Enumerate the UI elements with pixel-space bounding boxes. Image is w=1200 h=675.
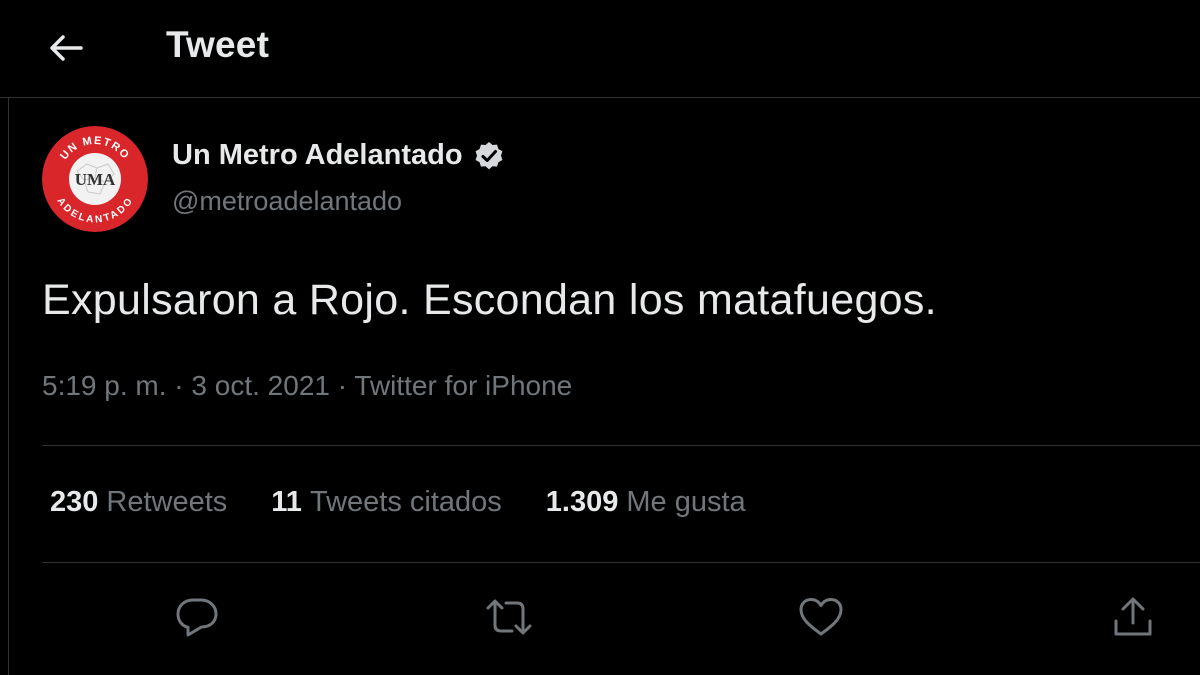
tweet-stats: 230 Retweets 11 Tweets citados 1.309 Me gus…: [50, 486, 746, 519]
retweet-icon: [486, 599, 532, 635]
author-handle[interactable]: @metroadelantado: [172, 186, 402, 217]
like-button[interactable]: [796, 592, 846, 642]
retweets-stat[interactable]: 230 Retweets: [50, 486, 227, 519]
uma-logo: UN METRO ADELANTADO UMA: [42, 126, 148, 232]
likes-count: 1.309: [545, 486, 619, 518]
avatar[interactable]: UN METRO ADELANTADO UMA: [42, 126, 148, 232]
reply-button[interactable]: [172, 592, 222, 642]
meta-separator: ·: [174, 370, 184, 401]
quotes-stat[interactable]: 11 Tweets citados: [271, 486, 502, 519]
retweet-button[interactable]: [484, 592, 534, 642]
likes-stat[interactable]: 1.309 Me gusta: [546, 486, 746, 519]
top-bar: Tweet: [0, 0, 1200, 98]
quotes-count: 11: [271, 486, 302, 518]
svg-text:UMA: UMA: [75, 170, 116, 189]
like-icon: [799, 598, 843, 636]
share-icon: [1114, 597, 1152, 636]
tweet-text: Expulsaron a Rojo. Escondan los matafueg…: [42, 276, 937, 324]
retweets-count: 230: [50, 486, 99, 518]
back-button[interactable]: [40, 22, 92, 74]
arrow-left-icon: [50, 35, 83, 61]
divider: [42, 445, 1200, 446]
tweet-time[interactable]: 5:19 p. m.: [42, 370, 167, 401]
likes-label: Me gusta: [626, 486, 746, 518]
quotes-label: Tweets citados: [309, 486, 502, 518]
tweet-date[interactable]: 3 oct. 2021: [191, 370, 330, 401]
reply-icon: [176, 598, 218, 637]
divider: [42, 562, 1200, 563]
share-button[interactable]: [1108, 592, 1158, 642]
verified-badge-icon: [475, 141, 502, 169]
author-name-text: Un Metro Adelantado: [172, 139, 463, 171]
tweet-meta: 5:19 p. m. · 3 oct. 2021 · Twitter for i…: [42, 370, 572, 402]
meta-separator: ·: [337, 370, 348, 401]
author-name[interactable]: Un Metro Adelantado: [172, 139, 505, 172]
tweet-source[interactable]: Twitter for iPhone: [354, 370, 572, 401]
page-title: Tweet: [166, 24, 270, 65]
column-border: [8, 98, 9, 675]
retweets-label: Retweets: [106, 486, 228, 518]
